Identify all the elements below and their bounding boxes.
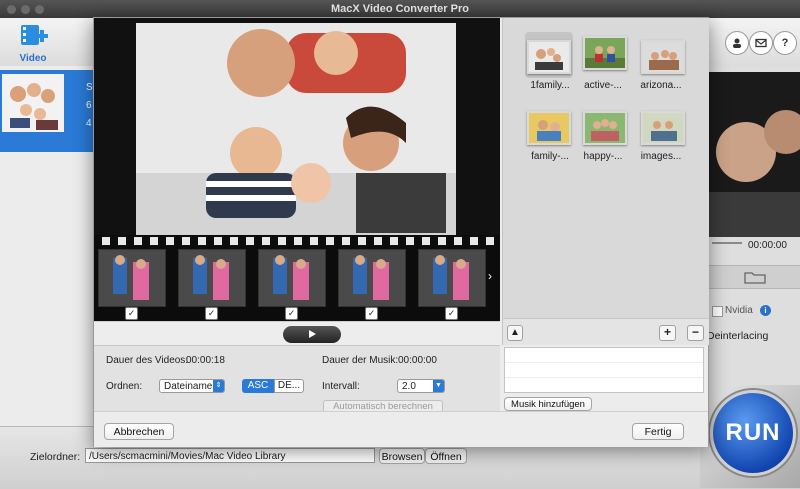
filmstrip-holes-top [94,237,500,245]
slideshow-dialog: › ✓ ✓ ✓ ✓ ✓ Dauer des Videos: 00:00:18 D… [93,17,709,447]
music-duration-value: 00:00:00 [398,355,437,366]
add-music-button[interactable]: Musik hinzufügen [504,397,592,411]
info-icon[interactable]: i [760,305,771,316]
thumbnail-1[interactable] [527,40,571,74]
mail-icon[interactable] [749,31,773,55]
app-title: MacX Video Converter Pro [331,3,469,15]
thumbnail-2[interactable] [583,36,627,70]
output-time: 00:00:00 [748,240,787,251]
minimize-window-button[interactable] [21,5,30,14]
output-preview [706,72,800,237]
photo-preview [136,23,456,235]
help-icon[interactable]: ? [773,31,797,55]
close-window-button[interactable] [7,5,16,14]
video-info-1: S [86,82,93,93]
image-panel: 1family... active-... arizona... family-… [502,18,709,446]
filmstrip-frame-3[interactable] [258,249,326,307]
account-icon[interactable] [725,31,749,55]
slideshow-settings: Dauer des Videos: 00:00:18 Dauer der Mus… [94,345,500,414]
thumbnail-label-6: images... [640,151,682,162]
thumbnail-label-5: happy-... [583,151,623,162]
interval-select[interactable]: 2.0 ▼ [397,379,445,393]
dialog-footer [94,411,708,447]
add-image-button[interactable]: + [659,325,676,341]
filmstrip-frame-5[interactable] [418,249,486,307]
frame-checkbox-5[interactable]: ✓ [445,307,458,320]
play-button[interactable] [283,326,341,343]
chevron-down-icon: ▼ [433,380,444,392]
thumbnail-4[interactable] [527,111,571,145]
image-thumbnails: 1family... active-... arizona... family-… [502,18,709,318]
sort-value: Dateiname [164,381,213,392]
output-folder-label: Zielordner: [30,451,81,463]
browse-button[interactable]: Browsen [379,448,425,464]
output-tabs [706,265,800,289]
frame-checkbox-2[interactable]: ✓ [205,307,218,320]
music-list[interactable] [504,347,704,393]
video-thumbnail [2,74,64,132]
video-duration-label: Dauer des Videos: [106,355,189,366]
select-arrow-icon: ⇕ [213,380,224,392]
move-up-icon[interactable]: ▲ [507,325,523,341]
desc-button[interactable]: DE... [274,379,304,393]
thumbnail-label-3: arizona... [640,80,682,91]
filmstrip-frame-4[interactable] [338,249,406,307]
run-button[interactable]: RUN [710,390,796,476]
thumbnail-label-1: 1family... [530,80,570,91]
output-seek-bar[interactable] [712,242,742,244]
folder-icon[interactable] [744,270,766,284]
thumbnail-5[interactable] [583,111,627,145]
playback-bar [94,321,500,346]
image-panel-toolbar: ▲ + − [502,318,709,345]
video-info-2: 6 [86,100,92,111]
add-video-button[interactable]: Video [14,22,52,64]
cancel-button[interactable]: Abbrechen [104,423,174,440]
thumbnail-label-4: family-... [531,151,569,162]
video-duration-value: 00:00:18 [186,355,225,366]
nvidia-checkbox[interactable] [712,306,723,317]
thumbnail-label-2: active-... [584,80,622,91]
open-button[interactable]: Öffnen [425,448,467,464]
nvidia-label: Nvidia [725,305,753,316]
sort-select[interactable]: Dateiname ⇕ [159,379,225,393]
list-item[interactable]: S 6 4 [0,70,95,152]
thumbnail-3[interactable] [641,40,685,74]
video-info-3: 4 [86,118,92,129]
app-title-bar: MacX Video Converter Pro [0,0,800,18]
done-button[interactable]: Fertig [632,423,684,440]
frame-checkbox-4[interactable]: ✓ [365,307,378,320]
asc-button[interactable]: ASC [242,379,274,393]
video-label: Video [19,53,47,64]
sort-label: Ordnen: [106,381,143,392]
thumbnail-6[interactable] [641,111,685,145]
frame-checkbox-1[interactable]: ✓ [125,307,138,320]
zoom-window-button[interactable] [35,5,44,14]
interval-label: Intervall: [322,381,360,392]
video-area: › ✓ ✓ ✓ ✓ ✓ [94,18,500,321]
play-icon [309,330,316,338]
deinterlace-label: Deinterlacing [707,330,769,342]
filmstrip-frame-2[interactable] [178,249,246,307]
add-video-icon [21,25,48,45]
remove-image-button[interactable]: − [687,325,704,341]
interval-value: 2.0 [402,381,416,392]
filmstrip-frame-1[interactable] [98,249,166,307]
frame-checkbox-3[interactable]: ✓ [285,307,298,320]
music-duration-label: Dauer der Musik: [322,355,399,366]
output-folder-input[interactable]: /Users/scmacmini/Movies/Mac Video Librar… [85,448,375,463]
filmstrip-next-icon[interactable]: › [488,269,492,283]
filmstrip: › ✓ ✓ ✓ ✓ ✓ [94,235,500,321]
